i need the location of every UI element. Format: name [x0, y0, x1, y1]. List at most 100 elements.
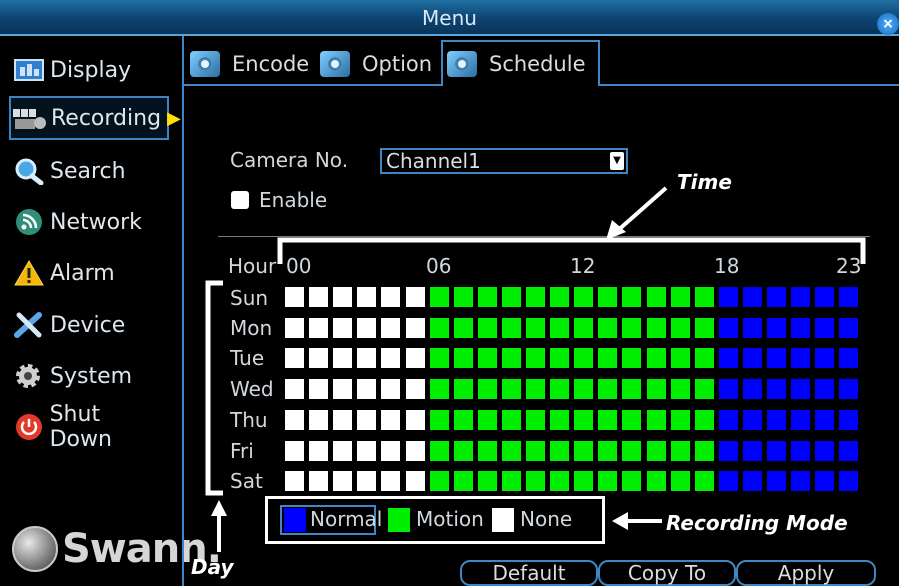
schedule-cell[interactable]: [598, 409, 618, 430]
schedule-cell[interactable]: [550, 287, 570, 307]
schedule-cell[interactable]: [839, 440, 859, 461]
schedule-cell[interactable]: [574, 287, 594, 307]
schedule-cell[interactable]: [767, 348, 786, 369]
schedule-cell[interactable]: [333, 440, 353, 461]
schedule-cell[interactable]: [718, 348, 738, 369]
schedule-cell[interactable]: [742, 287, 762, 307]
schedule-cell[interactable]: [646, 471, 666, 492]
apply-button[interactable]: Apply: [736, 560, 876, 586]
schedule-cell[interactable]: [622, 348, 642, 369]
schedule-cell[interactable]: [453, 409, 473, 430]
sidebar-item-search[interactable]: Search: [10, 149, 168, 193]
schedule-cell[interactable]: [815, 471, 835, 492]
schedule-cell[interactable]: [477, 287, 497, 307]
schedule-cell[interactable]: [574, 471, 594, 492]
legend-swatch-motion[interactable]: [388, 508, 410, 532]
schedule-cell[interactable]: [694, 348, 714, 369]
schedule-cell[interactable]: [501, 409, 521, 430]
schedule-cell[interactable]: [477, 317, 497, 338]
schedule-cell[interactable]: [742, 348, 762, 369]
schedule-cell[interactable]: [453, 317, 473, 338]
schedule-cell[interactable]: [622, 440, 642, 461]
schedule-cell[interactable]: [309, 287, 329, 307]
schedule-cell[interactable]: [429, 287, 449, 307]
close-button[interactable]: ×: [877, 13, 899, 35]
schedule-cell[interactable]: [718, 409, 738, 430]
schedule-cell[interactable]: [526, 409, 545, 430]
schedule-cell[interactable]: [646, 379, 666, 400]
schedule-cell[interactable]: [815, 379, 835, 400]
schedule-cell[interactable]: [550, 317, 570, 338]
schedule-cell[interactable]: [791, 409, 811, 430]
schedule-cell[interactable]: [742, 471, 762, 492]
schedule-cell[interactable]: [477, 379, 497, 400]
schedule-cell[interactable]: [767, 440, 786, 461]
schedule-cell[interactable]: [622, 317, 642, 338]
schedule-cell[interactable]: [742, 409, 762, 430]
schedule-cell[interactable]: [718, 287, 738, 307]
schedule-cell[interactable]: [646, 287, 666, 307]
schedule-cell[interactable]: [333, 287, 353, 307]
schedule-cell[interactable]: [405, 409, 425, 430]
camera-select[interactable]: Channel1 ▼: [380, 148, 628, 174]
schedule-cell[interactable]: [815, 440, 835, 461]
schedule-cell[interactable]: [309, 317, 329, 338]
tab-option[interactable]: Option: [320, 44, 432, 84]
schedule-cell[interactable]: [429, 348, 449, 369]
schedule-cell[interactable]: [574, 379, 594, 400]
schedule-cell[interactable]: [694, 379, 714, 400]
schedule-cell[interactable]: [718, 471, 738, 492]
schedule-cell[interactable]: [574, 409, 594, 430]
schedule-cell[interactable]: [501, 379, 521, 400]
schedule-cell[interactable]: [670, 471, 690, 492]
schedule-cell[interactable]: [574, 440, 594, 461]
schedule-cell[interactable]: [381, 409, 401, 430]
schedule-cell[interactable]: [429, 379, 449, 400]
sidebar-item-recording[interactable]: Recording ▶: [9, 96, 181, 140]
schedule-cell[interactable]: [791, 471, 811, 492]
sidebar-item-display[interactable]: Display: [10, 48, 168, 92]
schedule-cell[interactable]: [622, 409, 642, 430]
schedule-cell[interactable]: [405, 287, 425, 307]
schedule-cell[interactable]: [550, 379, 570, 400]
schedule-cell[interactable]: [839, 287, 859, 307]
schedule-cell[interactable]: [550, 471, 570, 492]
tab-schedule[interactable]: Schedule: [441, 40, 600, 86]
schedule-cell[interactable]: [405, 440, 425, 461]
schedule-cell[interactable]: [839, 379, 859, 400]
schedule-cell[interactable]: [767, 409, 786, 430]
legend-swatch-none[interactable]: [492, 508, 514, 532]
schedule-cell[interactable]: [767, 379, 786, 400]
schedule-cell[interactable]: [791, 317, 811, 338]
schedule-cell[interactable]: [839, 317, 859, 338]
schedule-cell[interactable]: [309, 409, 329, 430]
schedule-cell[interactable]: [357, 379, 377, 400]
schedule-cell[interactable]: [285, 471, 304, 492]
schedule-cell[interactable]: [526, 317, 545, 338]
schedule-cell[interactable]: [574, 348, 594, 369]
schedule-cell[interactable]: [381, 317, 401, 338]
schedule-cell[interactable]: [791, 348, 811, 369]
schedule-cell[interactable]: [285, 348, 304, 369]
schedule-cell[interactable]: [622, 471, 642, 492]
schedule-cell[interactable]: [453, 440, 473, 461]
schedule-cell[interactable]: [453, 287, 473, 307]
schedule-cell[interactable]: [598, 287, 618, 307]
schedule-cell[interactable]: [357, 287, 377, 307]
schedule-cell[interactable]: [742, 317, 762, 338]
schedule-cell[interactable]: [381, 471, 401, 492]
schedule-cell[interactable]: [285, 409, 304, 430]
schedule-cell[interactable]: [598, 379, 618, 400]
schedule-cell[interactable]: [333, 379, 353, 400]
schedule-cell[interactable]: [526, 471, 545, 492]
schedule-cell[interactable]: [309, 471, 329, 492]
default-button[interactable]: Default: [460, 560, 598, 586]
schedule-cell[interactable]: [357, 440, 377, 461]
schedule-cell[interactable]: [742, 440, 762, 461]
schedule-cell[interactable]: [405, 317, 425, 338]
sidebar-item-network[interactable]: Network: [10, 200, 168, 244]
schedule-cell[interactable]: [357, 471, 377, 492]
schedule-cell[interactable]: [477, 440, 497, 461]
schedule-cell[interactable]: [501, 287, 521, 307]
schedule-cell[interactable]: [670, 440, 690, 461]
